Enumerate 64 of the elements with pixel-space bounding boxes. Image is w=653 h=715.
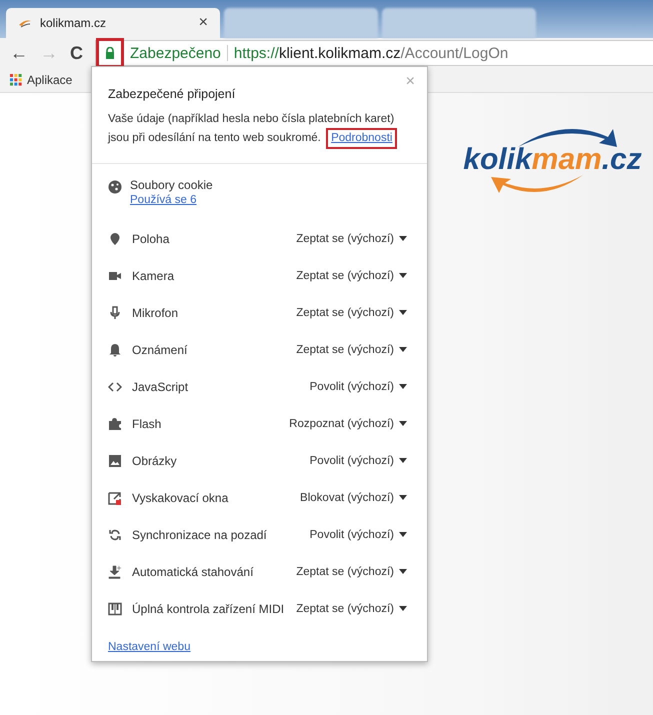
popup-title: Zabezpečené připojení [108,87,236,101]
piano-keys-icon [108,602,122,616]
permission-dropdown[interactable]: Zeptat se (výchozí) [296,602,407,614]
permission-dropdown[interactable]: Povolit (výchozí) [310,454,407,466]
sync-icon [108,528,122,542]
bookmark[interactable]: Aplikace [10,73,72,87]
permission-dropdown[interactable]: Rozpoznat (výchozí) [289,418,407,430]
permission-label: Vyskakovací okna [132,490,230,504]
caret-icon [399,384,407,389]
caret-icon [399,569,407,574]
caret-icon [399,347,407,352]
back-button[interactable]: ← [10,42,28,64]
permission-dropdown[interactable]: Blokovat (výchozí) [300,492,407,504]
address-field[interactable]: Zabezpečeno https://klient.kolikmam.cz/Account/LogOn [95,40,653,66]
location-pin-icon [108,232,122,246]
download-icon [108,564,122,578]
swoosh-icon [18,18,32,28]
permission-label: Mikrofon [132,306,180,320]
permission-dropdown[interactable]: Povolit (výchozí) [310,380,407,392]
puzzle-piece-icon [108,416,122,430]
permission-dropdown[interactable]: Zeptat se (výchozí) [296,344,407,356]
reload-button[interactable]: C [70,42,83,64]
cookies-link[interactable]: Používá se 6 [130,194,196,206]
microphone-icon [108,306,122,320]
blocked-popup-icon [108,490,122,504]
permission-label: Oznámení [132,342,188,356]
permission-label: Obrázky [132,454,178,468]
close-tab-button[interactable]: × [198,14,208,32]
security-label: Zabezpečeno [130,44,221,62]
security-description: Vaše údaje (například hesla nebo čísla platebních karet) jsou při odesílání na tento web soukromé. Podrobnosti [108,111,411,149]
cookie-icon [108,180,122,194]
caret-icon [399,310,407,315]
caret-icon [399,421,407,426]
permission-label: Poloha [132,232,170,246]
browser-tab[interactable] [224,8,378,38]
details-link[interactable]: Podrobnosti [326,128,398,149]
caret-icon [399,606,407,611]
permission-label: Flash [132,416,162,430]
url-text: https://klient.kolikmam.cz/Account/LogOn [234,44,508,62]
caret-icon [399,532,407,537]
apps-grid-icon [10,74,22,86]
site-logo: kolikmam.cz [460,123,645,199]
permission-label: Synchronizace na pozadí [132,528,268,542]
caret-icon [399,495,407,500]
browser-tab[interactable] [382,8,536,38]
caret-icon [399,458,407,463]
permission-dropdown[interactable]: Zeptat se (výchozí) [296,232,407,244]
permission-dropdown[interactable]: Zeptat se (výchozí) [296,566,407,578]
permission-dropdown[interactable]: Povolit (výchozí) [310,528,407,540]
code-brackets-icon [108,380,122,394]
permission-dropdown[interactable]: Zeptat se (výchozí) [296,306,407,318]
caret-icon [399,273,407,278]
permission-label: Úplná kontrola zařízení MIDI [132,602,286,616]
image-icon [108,454,122,468]
permission-label: JavaScript [132,380,190,394]
cookies-label: Soubory cookie [130,178,213,192]
permission-label: Kamera [132,268,176,282]
permission-dropdown[interactable]: Zeptat se (výchozí) [296,270,407,282]
lock-icon [105,47,115,59]
site-settings-link[interactable]: Nastavení webu [108,641,190,653]
permission-label: Automatická stahování [132,564,254,578]
caret-icon [399,236,407,241]
browser-tab[interactable]: kolikmam.cz × [6,8,220,38]
bell-icon [108,342,122,356]
